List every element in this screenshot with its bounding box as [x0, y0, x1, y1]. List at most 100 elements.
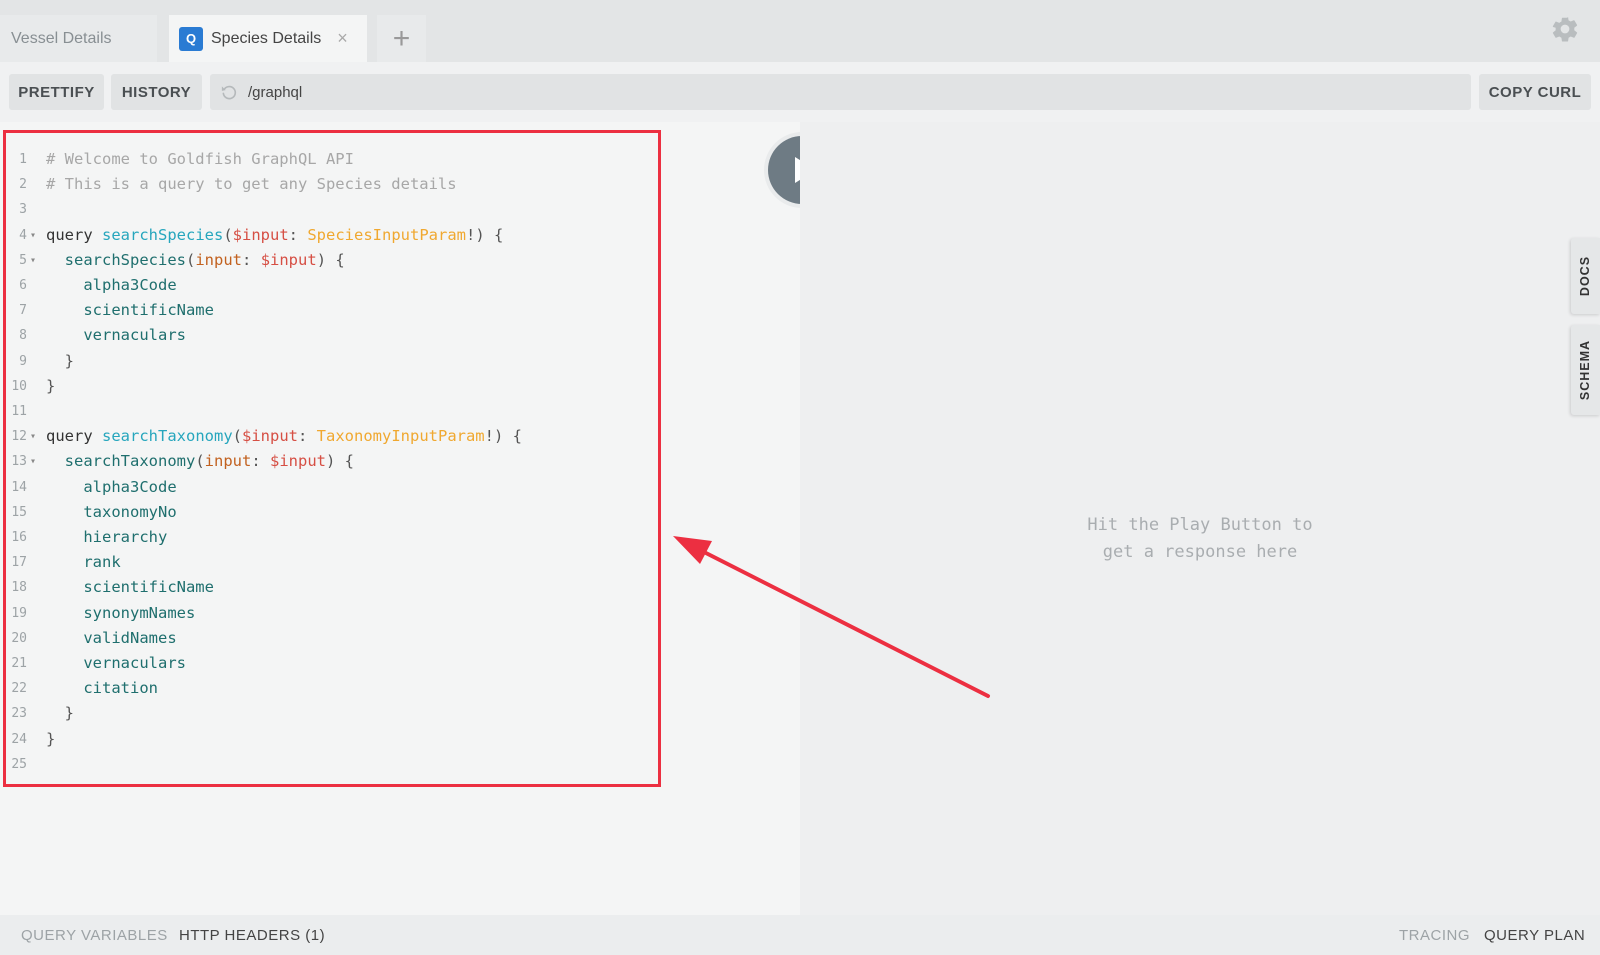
query-badge-icon: Q: [179, 26, 203, 51]
line-number: 17: [11, 555, 27, 571]
line-number: 25: [11, 756, 27, 772]
line-number: 16: [11, 530, 27, 545]
schema-tab[interactable]: SCHEMA: [1571, 325, 1600, 415]
code-text: searchTaxonomy(input: $input) {: [46, 449, 354, 474]
code-line[interactable]: 7 scientificName: [0, 298, 640, 323]
code-line[interactable]: 25: [0, 752, 640, 777]
docs-tab[interactable]: DOCS: [1571, 238, 1600, 314]
gear-icon[interactable]: [1550, 14, 1580, 44]
code-line[interactable]: 21 vernaculars: [0, 651, 640, 676]
reload-icon[interactable]: [220, 83, 238, 101]
code-line[interactable]: 23 }: [0, 701, 640, 726]
fold-arrow-icon[interactable]: ▾: [30, 223, 36, 248]
code-text: # This is a query to get any Species det…: [46, 172, 457, 197]
code-text: searchSpecies(input: $input) {: [46, 248, 345, 273]
prettify-button[interactable]: PRETTIFY: [9, 74, 104, 110]
fold-arrow-icon[interactable]: ▾: [30, 424, 36, 449]
line-number: 20: [11, 630, 27, 646]
code-line[interactable]: 20 validNames: [0, 626, 640, 651]
line-number: 9: [19, 353, 27, 369]
tab-vessel-details[interactable]: Vessel Details: [0, 15, 157, 62]
code-line[interactable]: 13 ▾ searchTaxonomy(input: $input) {: [0, 449, 640, 474]
line-number: 15: [11, 504, 27, 520]
code-token: SpeciesInputParam: [307, 225, 466, 244]
hint-line: get a response here: [1102, 542, 1298, 562]
endpoint-url-text: /graphql: [248, 83, 303, 101]
line-number: 14: [11, 479, 27, 495]
tracing-tab[interactable]: TRACING: [1399, 915, 1470, 955]
line-number: 4: [19, 227, 27, 243]
close-icon[interactable]: ×: [337, 28, 348, 49]
code-token: (: [232, 427, 242, 446]
code-line[interactable]: 24}: [0, 727, 640, 752]
code-token: searchSpecies: [102, 225, 224, 244]
code-token: validNames: [46, 628, 177, 647]
http-headers-tab[interactable]: HTTP HEADERS (1): [179, 915, 325, 955]
copy-curl-button[interactable]: COPY CURL: [1479, 74, 1591, 110]
toolbar: PRETTIFY HISTORY /graphql COPY CURL: [0, 62, 1600, 122]
code-text: alpha3Code: [46, 475, 176, 500]
code-line[interactable]: 8 vernaculars: [0, 323, 640, 348]
plus-icon: +: [392, 21, 411, 55]
add-tab-button[interactable]: +: [377, 15, 426, 62]
code-text: alpha3Code: [46, 273, 176, 298]
code-line[interactable]: 9 }: [0, 349, 640, 374]
endpoint-url-input[interactable]: /graphql: [210, 74, 1471, 110]
code-line[interactable]: 6 alpha3Code: [0, 273, 640, 298]
code-text: citation: [46, 676, 158, 701]
code-token: (: [186, 250, 196, 269]
tab-species-details[interactable]: Q Species Details ×: [169, 15, 367, 62]
code-line[interactable]: 2 # This is a query to get any Species de…: [0, 172, 640, 197]
code-token: vernaculars: [46, 326, 186, 345]
code-line[interactable]: 12 ▾ query searchTaxonomy($input: Taxonomy…: [0, 424, 640, 449]
fold-arrow-icon[interactable]: ▾: [30, 248, 36, 273]
code-token: !) {: [484, 427, 522, 446]
code-line[interactable]: 5 ▾ searchSpecies(input: $input) {: [0, 248, 640, 273]
code-token: taxonomyNo: [46, 502, 177, 521]
code-line[interactable]: 11: [0, 399, 640, 424]
code-token: searchTaxonomy: [102, 427, 233, 446]
query-variables-tab[interactable]: QUERY VARIABLES: [21, 915, 168, 955]
code-line[interactable]: 14 alpha3Code: [0, 475, 640, 500]
query-editor[interactable]: 1 # Welcome to Goldfish GraphQL API 2 # Thi…: [0, 122, 800, 915]
tab-label: Species Details: [211, 29, 322, 47]
code-line[interactable]: 17 rank: [0, 550, 640, 575]
fold-arrow-icon[interactable]: ▾: [30, 449, 36, 474]
code-token: input: [204, 452, 252, 471]
code-line[interactable]: 18 scientificName: [0, 575, 640, 600]
code-text: }: [46, 374, 55, 399]
hint-line: Hit the Play Button to: [1087, 515, 1313, 535]
history-button[interactable]: HISTORY: [111, 74, 202, 110]
line-number: 24: [11, 731, 27, 747]
code-token: scientificName: [46, 301, 214, 320]
query-plan-tab[interactable]: QUERY PLAN: [1484, 915, 1585, 955]
code-line[interactable]: 4 ▾ query searchSpecies($input: SpeciesInp…: [0, 223, 640, 248]
code-line[interactable]: 16 hierarchy: [0, 525, 640, 550]
code-line[interactable]: 22 citation: [0, 676, 640, 701]
response-placeholder: Hit the Play Button to get a response he…: [1030, 512, 1370, 566]
code-token: # Welcome to Goldfish GraphQL API: [46, 150, 354, 168]
line-number: 18: [11, 580, 27, 596]
code-line[interactable]: 10}: [0, 374, 640, 399]
code-line[interactable]: 15 taxonomyNo: [0, 500, 640, 525]
code-token: input: [195, 250, 243, 269]
line-number: 2: [19, 177, 27, 193]
docs-tab-label: DOCS: [1578, 255, 1593, 297]
code-token: rank: [46, 553, 121, 572]
code-token: $input: [232, 225, 289, 244]
code-token: searchSpecies: [64, 250, 186, 269]
code-line[interactable]: 3: [0, 197, 640, 222]
code-text: scientificName: [46, 298, 214, 323]
code-text: query searchSpecies($input: SpeciesInput…: [46, 223, 503, 248]
code-line[interactable]: 19 synonymNames: [0, 601, 640, 626]
code-token: :: [242, 250, 261, 269]
code-token: query: [46, 427, 102, 446]
code-token: vernaculars: [46, 654, 186, 672]
line-number: 7: [19, 303, 27, 319]
line-number: 19: [11, 605, 27, 621]
code-token: $input: [242, 427, 298, 446]
code-token: searchTaxonomy: [64, 452, 196, 471]
code-token: !) {: [465, 225, 504, 244]
code-line[interactable]: 1 # Welcome to Goldfish GraphQL API: [0, 147, 640, 172]
